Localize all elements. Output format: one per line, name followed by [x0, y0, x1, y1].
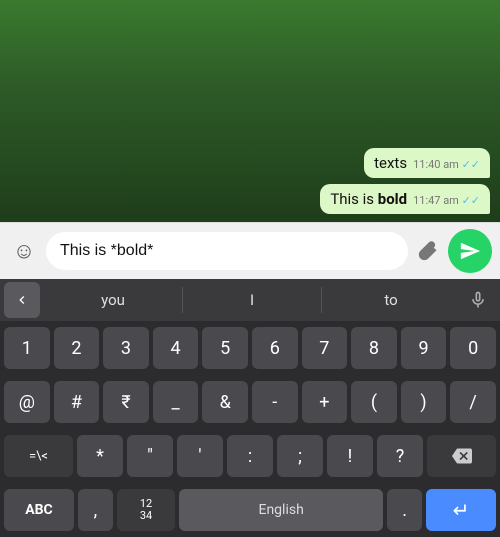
chat-area: texts 11:40 am ✓✓ This is bold 11:47 am … — [0, 0, 500, 222]
key-rupee[interactable]: ₹ — [103, 381, 149, 423]
key-more-symbols[interactable]: =\< — [4, 435, 73, 477]
message-time-1: 11:40 am ✓✓ — [413, 158, 480, 171]
suggestions-chevron[interactable] — [4, 282, 40, 318]
key-4[interactable]: 4 — [153, 327, 199, 369]
key-asterisk[interactable]: * — [77, 435, 123, 477]
delete-key[interactable] — [427, 435, 496, 477]
key-1[interactable]: 1 — [4, 327, 50, 369]
key-ampersand[interactable]: & — [202, 381, 248, 423]
message-bubble-2: This is bold 11:47 am ✓✓ — [320, 184, 490, 214]
key-0[interactable]: 0 — [450, 327, 496, 369]
key-open-paren[interactable]: ( — [351, 381, 397, 423]
attach-button[interactable] — [414, 237, 442, 265]
enter-key[interactable]: ↵ — [426, 489, 496, 531]
message-time-2: 11:47 am ✓✓ — [413, 194, 480, 207]
key-9[interactable]: 9 — [401, 327, 447, 369]
suggestions-row: you I to — [0, 279, 500, 321]
keyboard: you I to 1 2 3 4 5 6 7 8 9 0 @ # ₹ _ & -… — [0, 279, 500, 537]
abc-key[interactable]: ABC — [4, 489, 74, 531]
key-minus[interactable]: - — [252, 381, 298, 423]
key-5[interactable]: 5 — [202, 327, 248, 369]
key-8[interactable]: 8 — [351, 327, 397, 369]
emoji-button[interactable]: ☺ — [8, 235, 40, 267]
suggestion-you[interactable]: you — [44, 287, 183, 313]
key-plus[interactable]: + — [302, 381, 348, 423]
key-comma[interactable]: , — [78, 489, 113, 531]
key-semicolon[interactable]: ; — [277, 435, 323, 477]
period-key[interactable]: . — [387, 489, 422, 531]
space-key[interactable]: English — [179, 489, 383, 531]
key-dquote[interactable]: " — [127, 435, 173, 477]
key-underscore[interactable]: _ — [153, 381, 199, 423]
message-input[interactable] — [46, 232, 408, 270]
mic-button[interactable] — [460, 282, 496, 318]
key-at[interactable]: @ — [4, 381, 50, 423]
symbol-row-2: =\< * " ' : ; ! ? — [0, 429, 500, 483]
key-close-paren[interactable]: ) — [401, 381, 447, 423]
symbol-row-1: @ # ₹ _ & - + ( ) / — [0, 375, 500, 429]
input-area: ☺ — [0, 222, 500, 279]
message-bubble-1: texts 11:40 am ✓✓ — [364, 148, 490, 178]
bottom-row: ABC , 1234 English . ↵ — [0, 483, 500, 537]
key-2[interactable]: 2 — [54, 327, 100, 369]
key-7[interactable]: 7 — [302, 327, 348, 369]
message-text-1: texts — [374, 154, 407, 172]
key-exclaim[interactable]: ! — [327, 435, 373, 477]
number-row: 1 2 3 4 5 6 7 8 9 0 — [0, 321, 500, 375]
key-colon[interactable]: : — [227, 435, 273, 477]
num-symbol-key[interactable]: 1234 — [117, 489, 175, 531]
key-squote[interactable]: ' — [177, 435, 223, 477]
suggestion-to[interactable]: to — [322, 287, 460, 313]
send-button[interactable] — [448, 229, 492, 273]
key-slash[interactable]: / — [450, 381, 496, 423]
message-text-2: This is bold — [330, 190, 407, 208]
key-6[interactable]: 6 — [252, 327, 298, 369]
suggestion-i[interactable]: I — [183, 287, 322, 313]
suggestions-words: you I to — [44, 287, 460, 313]
key-question[interactable]: ? — [377, 435, 423, 477]
key-hash[interactable]: # — [54, 381, 100, 423]
key-3[interactable]: 3 — [103, 327, 149, 369]
